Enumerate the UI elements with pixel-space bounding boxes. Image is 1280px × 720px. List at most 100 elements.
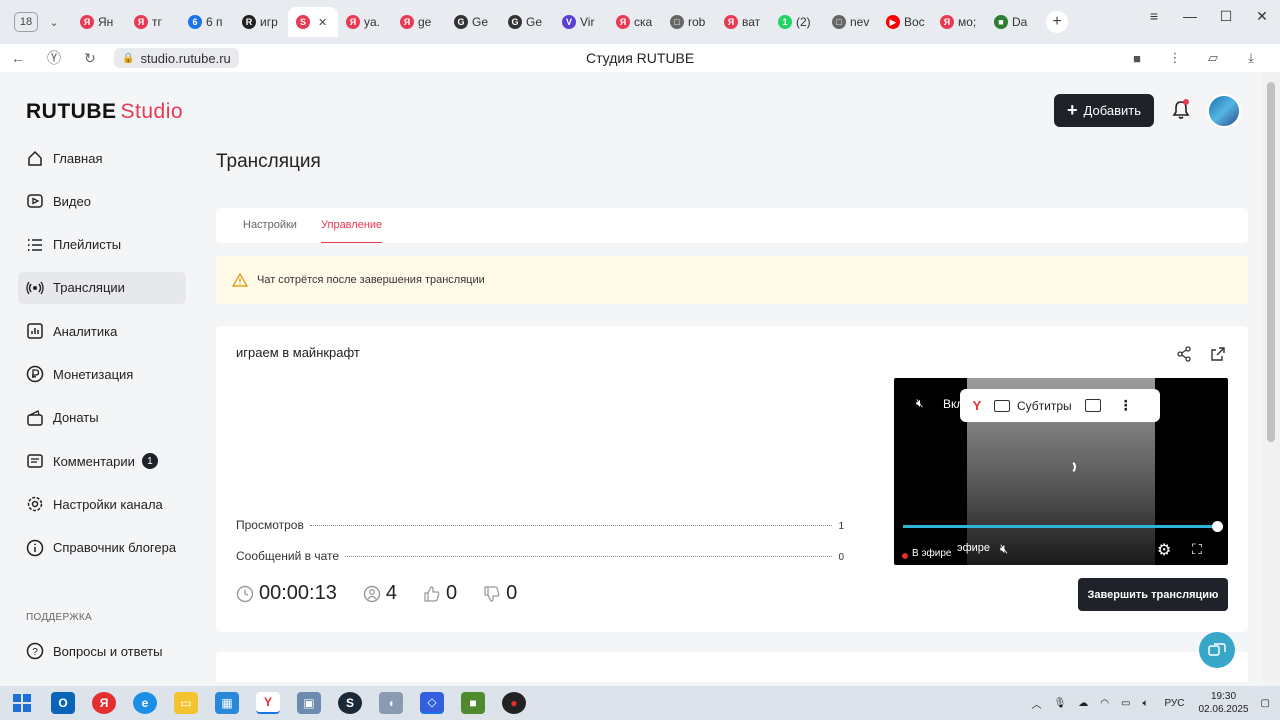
- browser-tab[interactable]: Яват: [716, 7, 770, 37]
- picture-in-picture-icon[interactable]: [1084, 399, 1101, 412]
- notifications-icon[interactable]: ▢: [1261, 698, 1270, 709]
- extensions-icon[interactable]: ▱: [1194, 50, 1232, 66]
- yandex-browser-icon[interactable]: Я: [92, 692, 116, 714]
- browser-tab[interactable]: □ rob: [662, 7, 716, 37]
- subtitles-button[interactable]: Субтитры: [1017, 399, 1072, 413]
- file-explorer-icon[interactable]: ▭: [174, 692, 198, 714]
- browser-tab[interactable]: G Ge: [446, 7, 500, 37]
- downloads-icon[interactable]: ⤓: [1232, 50, 1270, 66]
- browser-tab[interactable]: ■ Da: [986, 7, 1040, 37]
- svg-text:?: ?: [32, 647, 38, 658]
- external-link-icon[interactable]: [1210, 346, 1226, 362]
- clock[interactable]: 19:30 02.06.2025: [1198, 690, 1248, 716]
- sidebar-item[interactable]: Трансляции: [18, 271, 186, 304]
- sidebar-item[interactable]: Аналитика: [18, 315, 186, 347]
- tab-label: Ge: [526, 15, 543, 29]
- more-options-icon[interactable]: ⋮: [1119, 397, 1133, 414]
- volume-icon[interactable]: 🔈︎: [1142, 698, 1148, 709]
- end-stream-button[interactable]: Завершить трансляцию: [1078, 578, 1228, 611]
- yandex-running-icon[interactable]: Y: [256, 692, 280, 714]
- windows-start-icon[interactable]: [10, 692, 34, 714]
- url-field[interactable]: 🔒 studio.rutube.ru: [114, 48, 239, 68]
- avatar[interactable]: [1207, 94, 1241, 128]
- help-chat-button[interactable]: [1199, 632, 1235, 668]
- likes-value: 0: [445, 582, 458, 604]
- browser-tab[interactable]: Яya.: [338, 7, 392, 37]
- sidebar-item[interactable]: Видео: [18, 185, 186, 217]
- browser-tab[interactable]: 6 6 п: [180, 7, 234, 37]
- sidebar-item[interactable]: Монетизация: [18, 358, 186, 390]
- microphone-icon[interactable]: 🎙︎: [1054, 698, 1067, 709]
- browser-tab[interactable]: G Ge: [500, 7, 554, 37]
- sidebar-item[interactable]: Комментарии 1: [18, 445, 186, 477]
- close-tab-icon[interactable]: ✕: [318, 16, 327, 29]
- scrollbar-thumb[interactable]: [1267, 82, 1275, 442]
- maximize-button[interactable]: ☐: [1208, 0, 1244, 32]
- fullscreen-icon[interactable]: ⛶: [1192, 541, 1202, 558]
- menu-more-icon[interactable]: ⋮: [1156, 50, 1194, 66]
- close-window-button[interactable]: ✕: [1244, 0, 1280, 32]
- sidebar-item[interactable]: Настройки канала: [18, 488, 186, 520]
- battery-icon[interactable]: ▭: [1121, 698, 1130, 709]
- store-icon[interactable]: ▦: [215, 692, 239, 714]
- edge-icon[interactable]: e: [133, 692, 157, 714]
- cloud-icon[interactable]: ☁︎: [1078, 698, 1088, 709]
- outlook-icon[interactable]: O: [51, 692, 75, 714]
- wifi-icon[interactable]: ◠: [1100, 698, 1109, 709]
- system-tray: ︿ 🎙︎ ☁︎ ◠ ▭ 🔈︎ РУС 19:30 02.06.2025 ▢: [1020, 686, 1270, 720]
- dotted-leader: [345, 556, 833, 557]
- sidebar-item-faq[interactable]: ? Вопросы и ответы: [18, 635, 186, 667]
- volume-muted-icon[interactable]: 🔇︎: [1000, 541, 1008, 557]
- sidebar-item[interactable]: Справочник блогера: [18, 532, 186, 564]
- roblox-studio-icon[interactable]: ◇: [420, 692, 444, 714]
- browser-tab[interactable]: Rигр: [234, 7, 288, 37]
- progress-knob[interactable]: [1212, 521, 1223, 532]
- progress-bar[interactable]: [903, 525, 1218, 528]
- tab-favicon-icon: Я: [400, 15, 414, 29]
- sidebar-item[interactable]: Плейлисты: [18, 229, 186, 261]
- warning-text: Чат сотрётся после завершения трансляции: [257, 274, 485, 286]
- tab-label: ват: [742, 15, 761, 29]
- bookmark-icon[interactable]: ■: [1118, 51, 1156, 66]
- browser-tab[interactable]: V Vir: [554, 7, 608, 37]
- browser-tab[interactable]: ▶ Вос: [878, 7, 932, 37]
- new-tab-button[interactable]: +: [1046, 11, 1068, 33]
- sidebar-item[interactable]: Донаты: [18, 402, 186, 434]
- minimize-button[interactable]: —: [1172, 0, 1208, 32]
- browser-tab[interactable]: Яge: [392, 7, 446, 37]
- reload-button[interactable]: ↻: [72, 50, 108, 67]
- tab-favicon-icon: V: [562, 15, 576, 29]
- obs-icon[interactable]: ●: [502, 692, 526, 714]
- yandex-protect-icon[interactable]: Ⓨ: [36, 48, 72, 68]
- language-indicator[interactable]: РУС: [1164, 698, 1184, 709]
- tab-list-chevron-icon[interactable]: ⌄: [44, 16, 64, 29]
- rutube-studio-logo[interactable]: RUTUBE Studio: [26, 100, 183, 124]
- browser-tab[interactable]: Ямо;: [932, 7, 986, 37]
- yandex-icon[interactable]: Y: [960, 398, 994, 413]
- collections-icon[interactable]: ≡: [1136, 0, 1172, 32]
- browser-tab[interactable]: Я Ян: [72, 7, 126, 37]
- browser-tab[interactable]: Ятг: [126, 7, 180, 37]
- muted-speaker-icon[interactable]: 🔇︎: [916, 396, 924, 411]
- tab-settings[interactable]: Настройки: [243, 219, 297, 231]
- live-video-player[interactable]: 🔇︎ Вкл Y Субтитры ⋮ В эфире эфире 🔇︎ ⚙ ⛶: [894, 378, 1228, 565]
- tab-management[interactable]: Управление: [321, 219, 383, 243]
- back-button[interactable]: ←: [0, 50, 36, 66]
- playlist-icon: [26, 236, 44, 254]
- page-scrollbar[interactable]: [1262, 72, 1280, 682]
- browser-tab[interactable]: 1 (2): [770, 7, 824, 37]
- viewers-counter: 4: [363, 582, 397, 605]
- tab-count-button[interactable]: 18: [14, 12, 38, 32]
- sidebar-item[interactable]: Главная: [18, 142, 186, 174]
- window-app-icon[interactable]: ▣: [297, 692, 321, 714]
- browser-tab[interactable]: □ nev: [824, 7, 878, 37]
- add-button[interactable]: + Добавить: [1054, 94, 1154, 127]
- tray-expand-icon[interactable]: ︿: [1032, 696, 1042, 711]
- browser-tab[interactable]: Яска: [608, 7, 662, 37]
- share-icon[interactable]: [1176, 346, 1192, 362]
- steam-icon[interactable]: S: [338, 692, 362, 714]
- player-settings-icon[interactable]: ⚙: [1157, 540, 1171, 560]
- browser-tab[interactable]: S ✕: [288, 7, 338, 37]
- mouse-app-icon[interactable]: ◖: [379, 692, 403, 714]
- minecraft-icon[interactable]: ■: [461, 692, 485, 714]
